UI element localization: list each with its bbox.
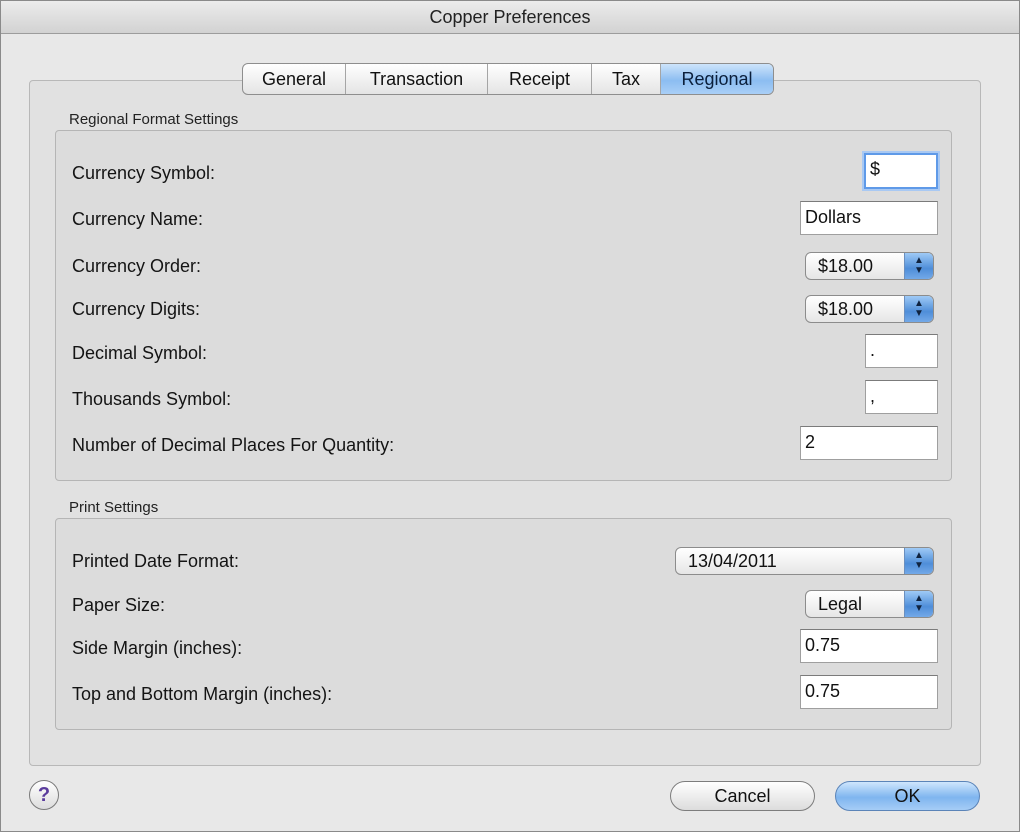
currency-order-value: $18.00 bbox=[818, 256, 874, 276]
tab-transaction[interactable]: Transaction bbox=[346, 64, 488, 94]
preferences-window: Copper Preferences General Transaction R… bbox=[0, 0, 1020, 832]
currency-digits-popup[interactable]: $18.00 ▲ ▼ bbox=[805, 295, 934, 323]
ok-button[interactable]: OK bbox=[835, 781, 980, 811]
thousands-symbol-field[interactable]: , bbox=[865, 380, 938, 414]
tab-receipt[interactable]: Receipt bbox=[488, 64, 592, 94]
tab-general[interactable]: General bbox=[243, 64, 346, 94]
updown-arrows-icon: ▲ ▼ bbox=[904, 296, 933, 322]
updown-arrows-icon: ▲ ▼ bbox=[904, 548, 933, 574]
print-group-title: Print Settings bbox=[69, 499, 159, 516]
tab-tax[interactable]: Tax bbox=[592, 64, 661, 94]
decimal-symbol-label: Decimal Symbol: bbox=[72, 343, 208, 363]
side-margin-label: Side Margin (inches): bbox=[72, 638, 243, 658]
currency-name-label: Currency Name: bbox=[72, 209, 204, 229]
tb-margin-field[interactable]: 0.75 bbox=[800, 675, 938, 709]
currency-order-popup[interactable]: $18.00 ▲ ▼ bbox=[805, 252, 934, 280]
currency-digits-label: Currency Digits: bbox=[72, 299, 201, 319]
decimal-symbol-field[interactable]: . bbox=[865, 334, 938, 368]
date-format-label: Printed Date Format: bbox=[72, 551, 240, 571]
regional-group-title: Regional Format Settings bbox=[69, 111, 239, 128]
help-button[interactable]: ? bbox=[29, 780, 59, 810]
cancel-button[interactable]: Cancel bbox=[670, 781, 815, 811]
tb-margin-label: Top and Bottom Margin (inches): bbox=[72, 684, 333, 704]
tab-regional[interactable]: Regional bbox=[661, 64, 773, 94]
window-title: Copper Preferences bbox=[1, 1, 1019, 34]
paper-size-popup[interactable]: Legal ▲ ▼ bbox=[805, 590, 934, 618]
currency-symbol-label: Currency Symbol: bbox=[72, 163, 216, 183]
date-format-popup[interactable]: 13/04/2011 ▲ ▼ bbox=[675, 547, 934, 575]
paper-size-label: Paper Size: bbox=[72, 595, 166, 615]
decimal-places-label: Number of Decimal Places For Quantity: bbox=[72, 435, 395, 455]
updown-arrows-icon: ▲ ▼ bbox=[904, 591, 933, 617]
currency-name-field[interactable]: Dollars bbox=[800, 201, 938, 235]
updown-arrows-icon: ▲ ▼ bbox=[904, 253, 933, 279]
currency-order-label: Currency Order: bbox=[72, 256, 202, 276]
currency-digits-value: $18.00 bbox=[818, 299, 874, 319]
currency-symbol-field[interactable]: $ bbox=[864, 153, 938, 189]
side-margin-field[interactable]: 0.75 bbox=[800, 629, 938, 663]
decimal-places-field[interactable]: 2 bbox=[800, 426, 938, 460]
tab-bar: General Transaction Receipt Tax Regional bbox=[242, 63, 774, 95]
paper-size-value: Legal bbox=[818, 594, 863, 614]
thousands-symbol-label: Thousands Symbol: bbox=[72, 389, 232, 409]
date-format-value: 13/04/2011 bbox=[688, 551, 777, 571]
help-icon: ? bbox=[37, 784, 51, 806]
